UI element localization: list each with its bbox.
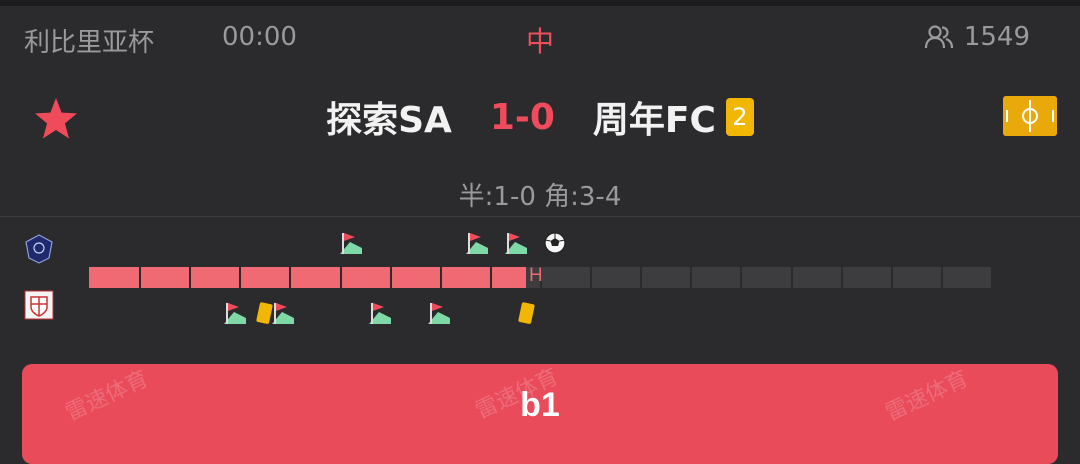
progress-tick bbox=[340, 267, 342, 288]
match-time: 00:00 bbox=[222, 22, 297, 52]
corner-flag-icon bbox=[270, 300, 296, 326]
away-team-logo bbox=[24, 290, 54, 320]
progress-tick bbox=[640, 267, 642, 288]
progress-tick bbox=[740, 267, 742, 288]
b1-button-label: b1 bbox=[520, 386, 560, 424]
halftime-marker: H bbox=[529, 265, 543, 286]
corner-flag-icon bbox=[222, 300, 248, 326]
progress-tick bbox=[289, 267, 291, 288]
viewer-count: 1549 bbox=[924, 22, 1030, 52]
corner-flag-icon bbox=[338, 230, 364, 256]
corner-flag-icon bbox=[503, 230, 529, 256]
progress-tick bbox=[590, 267, 592, 288]
progress-tick bbox=[139, 267, 141, 288]
viewer-count-value: 1549 bbox=[963, 22, 1030, 52]
progress-tick bbox=[239, 267, 241, 288]
progress-tick bbox=[390, 267, 392, 288]
users-icon bbox=[924, 25, 953, 49]
scoreboard: 探索SA 1-0 周年FC 2 bbox=[0, 90, 1080, 144]
progress-tick bbox=[891, 267, 893, 288]
match-score: 1-0 bbox=[489, 96, 555, 138]
match-status: 中 bbox=[525, 25, 555, 58]
divider bbox=[0, 216, 1080, 217]
corner-flag-icon bbox=[426, 300, 452, 326]
match-progress-bar: H bbox=[89, 265, 991, 288]
home-team-logo bbox=[25, 234, 53, 264]
progress-tick bbox=[791, 267, 793, 288]
progress-tick bbox=[440, 267, 442, 288]
home-team-name[interactable]: 探索SA bbox=[326, 91, 452, 143]
progress-tick bbox=[941, 267, 943, 288]
progress-tick bbox=[490, 267, 492, 288]
away-card-count-badge: 2 bbox=[725, 98, 754, 136]
progress-tick bbox=[690, 267, 692, 288]
b1-button[interactable]: 雷速体育 雷速体育 雷速体育 b1 bbox=[22, 364, 1058, 464]
corner-flag-icon bbox=[367, 300, 393, 326]
goal-icon bbox=[542, 230, 568, 256]
league-name[interactable]: 利比里亚杯 bbox=[24, 22, 154, 59]
top-border bbox=[0, 0, 1080, 6]
yellow-card-icon bbox=[513, 300, 539, 326]
corner-flag-icon bbox=[464, 230, 490, 256]
progress-tick bbox=[841, 267, 843, 288]
away-team-name[interactable]: 周年FC bbox=[593, 91, 716, 143]
progress-tick bbox=[189, 267, 191, 288]
match-stats-summary: 半:1-0 角:3-4 bbox=[458, 182, 622, 212]
match-progress-fill bbox=[89, 267, 526, 288]
pitch-icon[interactable] bbox=[1003, 96, 1057, 136]
